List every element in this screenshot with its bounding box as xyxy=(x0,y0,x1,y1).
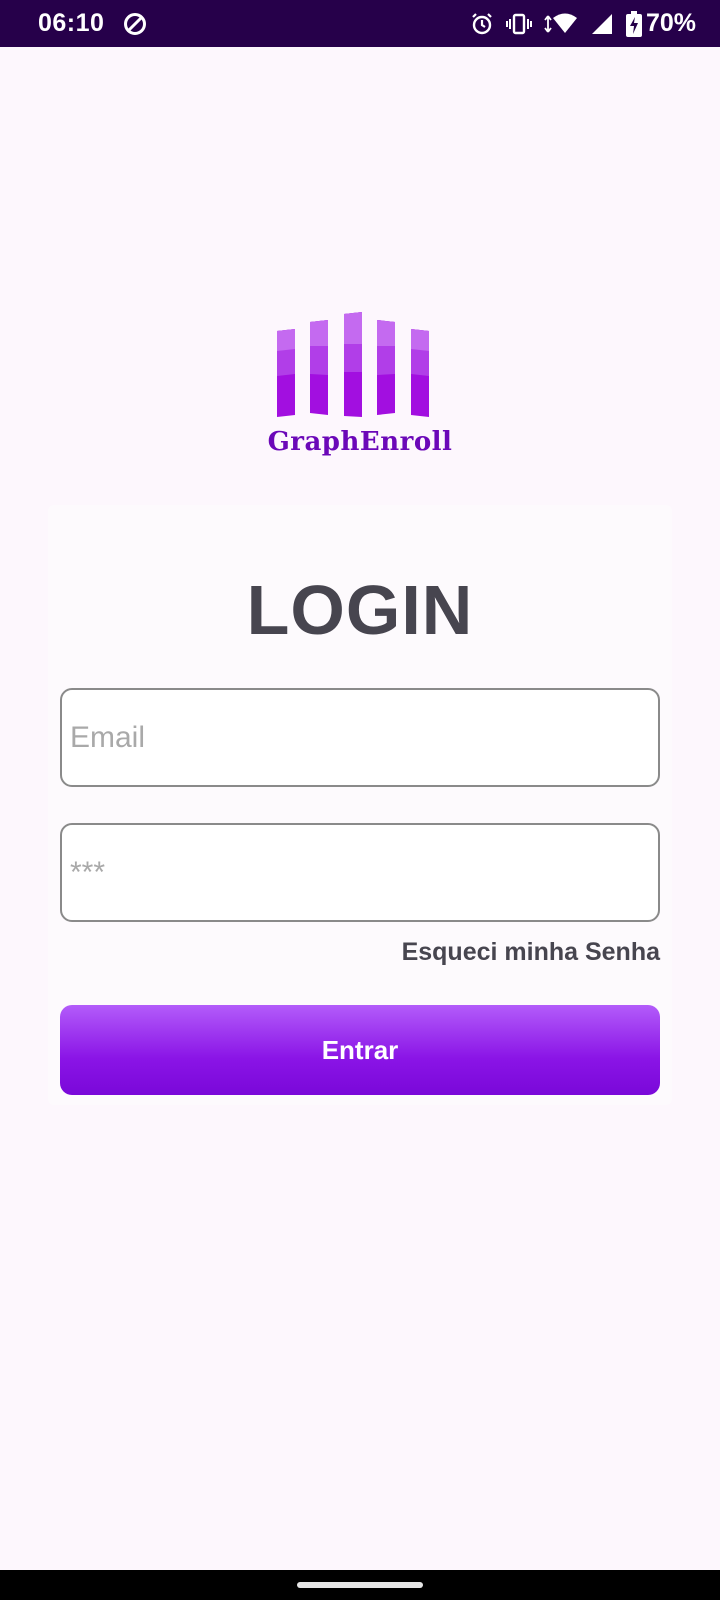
forgot-password-link[interactable]: Esqueci minha Senha xyxy=(402,938,660,967)
page-title: LOGIN xyxy=(246,571,474,649)
cell-signal-icon xyxy=(590,12,614,36)
wifi-icon xyxy=(544,12,578,36)
email-field[interactable] xyxy=(60,688,660,787)
alarm-icon xyxy=(470,12,494,36)
vibrate-icon xyxy=(505,12,532,36)
status-bar: 06:10 70% xyxy=(0,0,720,47)
app-logo: GraphEnroll xyxy=(260,312,460,462)
status-time: 06:10 xyxy=(38,9,105,37)
status-right: 70% xyxy=(458,9,696,38)
logo-text: GraphEnroll xyxy=(267,427,453,457)
battery-percent: 70% xyxy=(645,9,696,37)
password-field[interactable] xyxy=(60,823,660,922)
navigation-bar xyxy=(0,1570,720,1600)
status-left: 06:10 xyxy=(38,9,148,38)
logo-bars-icon xyxy=(277,312,429,417)
data-saver-icon xyxy=(122,11,148,37)
login-button[interactable]: Entrar xyxy=(60,1005,660,1095)
battery-charging-icon xyxy=(625,10,642,37)
home-indicator[interactable] xyxy=(297,1582,423,1588)
